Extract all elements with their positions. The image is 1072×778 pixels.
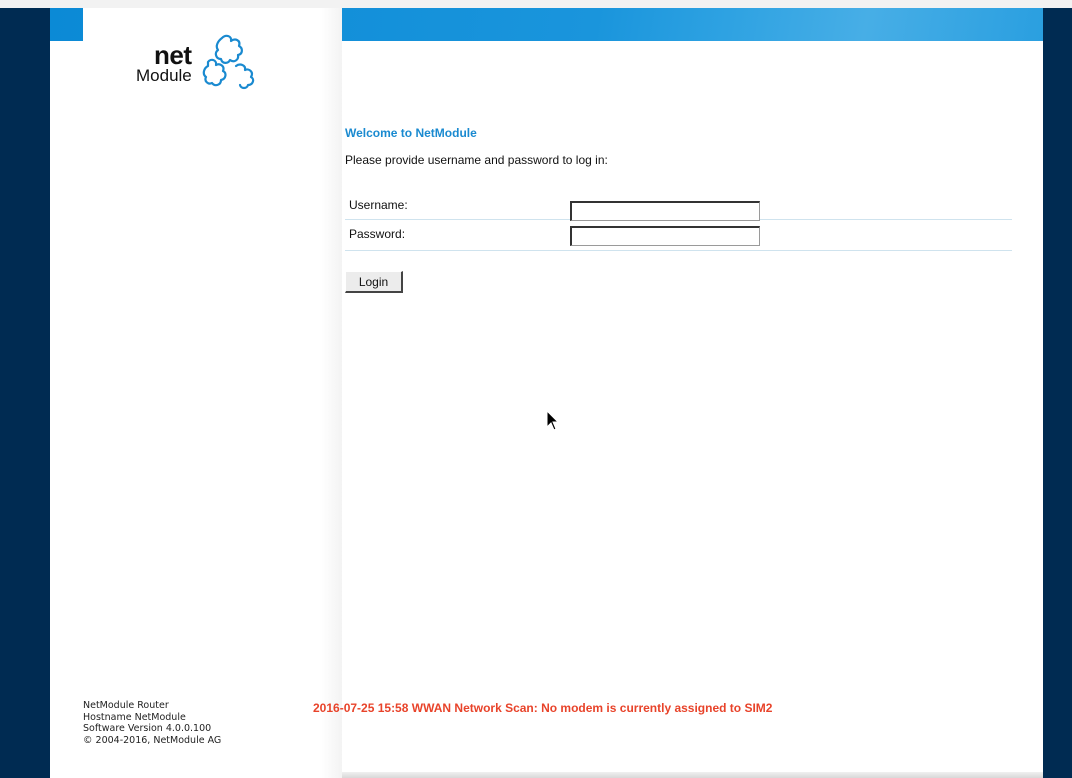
username-row: Username: [345, 189, 1012, 221]
left-frame [0, 8, 50, 778]
puzzle-icon [202, 34, 255, 90]
username-input[interactable] [570, 201, 760, 221]
system-info: NetModule Router Hostname NetModule Soft… [83, 700, 221, 746]
password-input[interactable] [570, 226, 760, 246]
sidebar [83, 8, 342, 778]
password-row: Password: [345, 220, 1012, 251]
page-title: Welcome to NetModule [345, 126, 477, 140]
bottom-divider [342, 772, 1043, 778]
mouse-pointer-icon [546, 410, 560, 431]
logo-module-text: Module [136, 66, 192, 85]
logo-net-text: net [154, 40, 192, 70]
right-frame [1043, 8, 1072, 778]
software-version: Software Version 4.0.0.100 [83, 723, 212, 734]
username-label: Username: [349, 198, 408, 212]
top-strip [0, 0, 1072, 8]
password-label: Password: [349, 227, 406, 241]
login-button[interactable]: Login [345, 271, 403, 293]
copyright: © 2004-2016, NetModule AG [83, 734, 222, 746]
login-panel: Welcome to NetModule Please provide user… [345, 125, 1012, 293]
netmodule-logo[interactable]: net Module [136, 30, 261, 90]
status-message: 2016-07-25 15:58 WWAN Network Scan: No m… [313, 701, 773, 715]
hostname: Hostname NetModule [83, 711, 186, 723]
login-instruction: Please provide username and password to … [345, 153, 608, 167]
router-name: NetModule Router [83, 700, 169, 711]
